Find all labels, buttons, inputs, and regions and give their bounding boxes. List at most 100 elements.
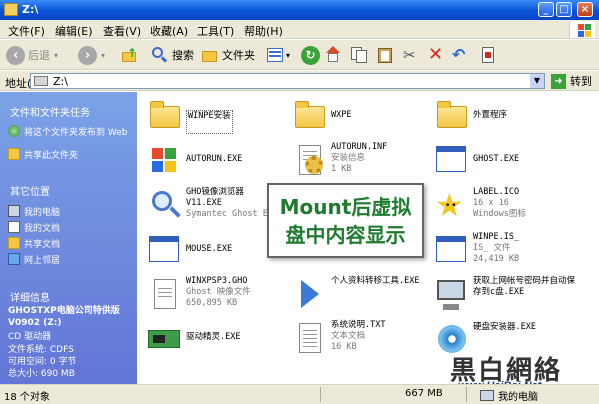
views-icon [266,46,284,64]
address-value: Z:\ [53,75,68,88]
file-type: Ghost 映像文件 [186,287,251,297]
file-item[interactable]: ★ •• LABEL.ICO 16 x 16 Windows图标 [433,187,573,223]
minimize-button[interactable]: _ [538,2,554,17]
file-tasks-title[interactable]: 文件和文件夹任务 [10,104,90,119]
place-network[interactable]: 网上邻居 [8,253,60,266]
details-title[interactable]: 详细信息 [10,289,50,304]
delete-button[interactable]: ✕ [428,44,446,66]
scissors-icon: ✂ [403,46,416,64]
title-bar: Z:\ _ □ × [0,0,599,20]
file-item[interactable]: 个人资料转移工具.EXE [291,276,431,312]
app-window-icon [433,142,469,178]
status-location: 我的电脑 [480,388,538,403]
file-text: WINPE.IS_ IS_ 文件 24,419 KB [473,232,519,268]
home-button[interactable] [324,44,342,66]
file-name: WINPE安装 [186,110,233,134]
refresh-button[interactable]: ↻ [301,44,320,66]
paste-button[interactable] [376,44,394,66]
address-input[interactable]: Z:\ ▼ [30,73,545,89]
properties-button[interactable] [479,44,497,66]
menu-tools[interactable]: 工具(T) [197,23,234,39]
publish-to-web-link[interactable]: 将这个文件夹发布到 Web [8,125,132,138]
details-type: CD 驱动器 [8,332,52,342]
task-pane: 文件和文件夹任务 将这个文件夹发布到 Web 共享此文件夹 其它位置 我的电脑 … [0,92,137,384]
globe-icon [8,125,20,137]
file-item[interactable]: 获取上网帐号密码并自动保存到c盘.EXE [433,276,593,312]
caption-line-1: Mount后虚拟 [279,195,412,219]
file-item[interactable]: WINXPSP3.GHO Ghost 映像文件 650,895 KB [146,276,286,312]
address-dropdown-button[interactable]: ▼ [530,74,544,88]
file-item[interactable]: 外置程序 [433,98,563,134]
publish-label: 将这个文件夹发布到 Web [24,128,128,138]
undo-button[interactable]: ↶ [452,44,470,66]
file-item[interactable]: AUTORUN.INF 安装信息 1 KB [291,142,431,178]
menu-edit[interactable]: 编辑(E) [55,23,93,39]
forward-button[interactable]: › ▾ [78,44,105,66]
file-item[interactable]: AUTORUN.EXE [146,142,286,178]
shared-documents-icon [8,237,20,249]
file-item[interactable]: WXPE [291,98,421,134]
file-item[interactable]: WINPE.IS_ IS_ 文件 24,419 KB [433,232,573,268]
file-item[interactable]: 驱动精灵.EXE [146,320,276,356]
place-my-documents[interactable]: 我的文档 [8,221,60,234]
views-button[interactable]: ▾ [266,44,290,66]
home-icon [324,46,342,64]
menu-help[interactable]: 帮助(H) [244,23,283,39]
share-label: 共享此文件夹 [24,151,79,161]
file-name: AUTORUN.EXE [186,154,243,164]
place-label: 共享文档 [24,240,61,250]
share-folder-link[interactable]: 共享此文件夹 [8,148,78,161]
up-button[interactable]: ↑ [120,44,138,66]
file-item[interactable]: MOUSE.EXE [146,232,266,268]
folders-icon [201,46,219,64]
magnifier-icon [146,187,182,223]
place-my-computer[interactable]: 我的电脑 [8,205,60,218]
close-button[interactable]: × [577,2,593,17]
undo-icon: ↶ [452,45,466,64]
caption-overlay: Mount后虚拟 盘中内容显示 [267,183,424,258]
folder-up-icon: ↑ [120,46,138,64]
go-button[interactable]: ➜ 转到 [551,73,592,89]
file-name: 系统说明.TXT [331,320,386,330]
back-button[interactable]: ‹ 后退 ▾ [6,44,58,66]
file-name: AUTORUN.INF [331,142,388,152]
windows-flag-icon [146,142,182,178]
file-type: IS_ 文件 [473,243,511,253]
details-name: GHOSTXP电脑公司特供版V0902 (Z:) [8,306,120,328]
dropdown-arrow-icon: ▾ [54,50,59,60]
folders-button[interactable]: 文件夹 [201,44,255,66]
file-type: 文本文档 [331,331,366,341]
copy-to-button[interactable] [350,44,368,66]
text-doc-icon [291,320,327,356]
file-type: 16 x 16 [473,198,509,208]
place-label: 我的电脑 [24,208,61,218]
windows-logo-icon [569,21,595,38]
cut-button[interactable]: ✂ [403,44,421,66]
other-places-title[interactable]: 其它位置 [10,183,50,198]
folders-label: 文件夹 [222,49,255,62]
ghost-doc-icon [146,276,182,312]
menu-view[interactable]: 查看(V) [103,23,141,39]
maximize-button[interactable]: □ [556,2,572,17]
file-item[interactable]: WINPE安装 [146,98,276,134]
computer-icon [433,276,469,312]
file-item[interactable]: 系统说明.TXT 文本文档 16 KB [291,320,431,356]
place-shared-documents[interactable]: 共享文档 [8,237,60,250]
menu-file[interactable]: 文件(F) [8,23,45,39]
menu-bar: 文件(F) 编辑(E) 查看(V) 收藏(A) 工具(T) 帮助(H) [0,20,599,39]
app-window-icon [146,232,182,268]
details-total-size: 总大小: 690 MB [8,369,75,379]
place-label: 网上邻居 [24,256,61,266]
search-button[interactable]: 搜索 [151,44,194,66]
folder-icon [146,98,182,134]
menu-favorites[interactable]: 收藏(A) [150,23,188,39]
folder-icon [433,98,469,134]
file-item[interactable]: GHOST.EXE [433,142,573,178]
details-free-space: 可用空间: 0 字节 [8,357,77,367]
file-name: WINPE.IS_ [473,232,520,242]
status-location-label: 我的电脑 [498,392,538,403]
file-name: GHOST.EXE [473,154,520,164]
file-size: 1 KB [331,164,352,174]
back-label: 后退 [28,49,50,62]
file-item[interactable]: GHO镜像浏览器V11.EXE Symantec Ghost E [146,187,271,223]
